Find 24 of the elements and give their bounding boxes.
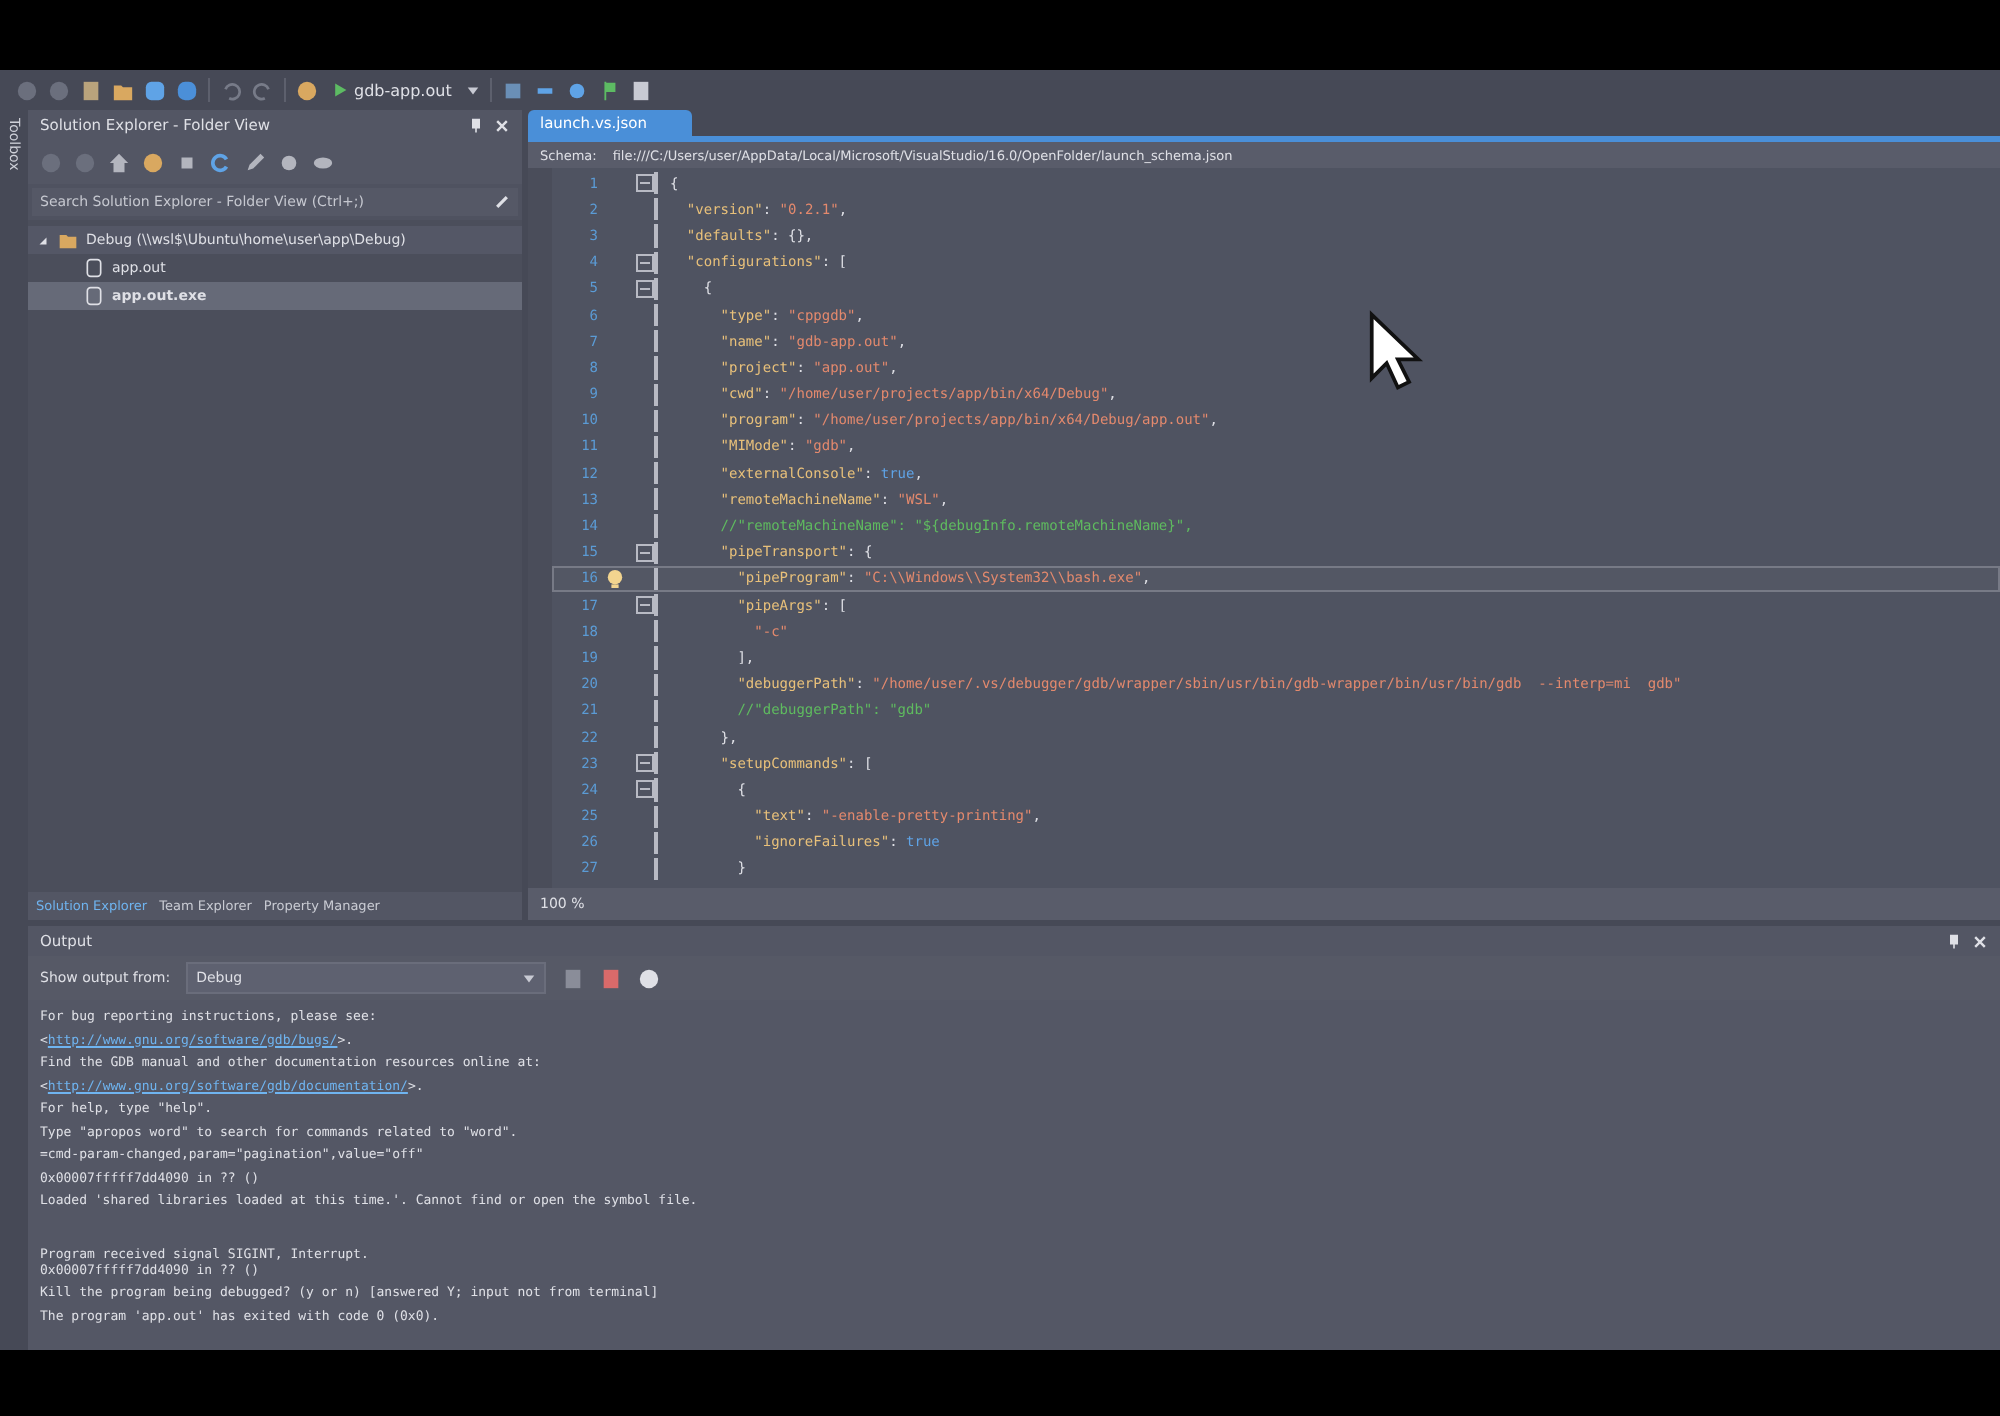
lightbulb-icon[interactable] — [605, 567, 623, 590]
refresh-icon[interactable] — [210, 151, 232, 173]
home-icon[interactable] — [108, 151, 130, 173]
redo-icon[interactable] — [252, 79, 274, 101]
start-debug-button[interactable]: gdb-app.out — [328, 81, 456, 99]
fold-icon[interactable] — [635, 754, 653, 773]
dropdown-caret-icon[interactable] — [465, 83, 480, 97]
pin-icon[interactable] — [468, 117, 484, 133]
pin-icon[interactable] — [1946, 933, 1962, 949]
fold-icon[interactable] — [635, 780, 653, 799]
undo-icon[interactable] — [220, 79, 242, 101]
folder-icon — [58, 230, 78, 250]
expand-arrow-icon[interactable] — [36, 233, 50, 247]
fold-icon[interactable] — [635, 596, 653, 615]
fold-icon[interactable] — [635, 543, 653, 562]
play-icon[interactable] — [332, 82, 348, 98]
cursor-icon — [1368, 310, 1424, 394]
dropdown-caret-icon[interactable] — [522, 971, 537, 985]
pencil-icon[interactable] — [244, 151, 266, 173]
fold-icon[interactable] — [635, 174, 653, 193]
close-icon[interactable] — [494, 117, 510, 133]
fold-icon[interactable] — [635, 253, 653, 272]
close-icon[interactable] — [1972, 933, 1988, 949]
fold-icon[interactable] — [635, 279, 653, 298]
